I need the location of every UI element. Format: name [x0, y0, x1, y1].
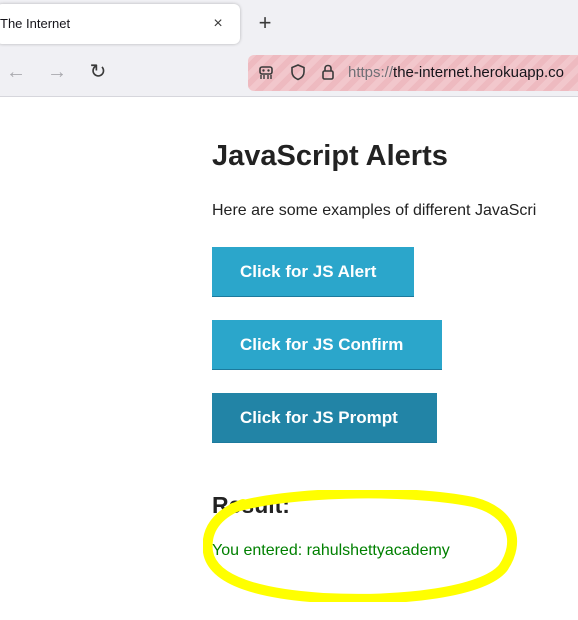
close-tab-icon[interactable]: ×: [208, 14, 228, 34]
reload-icon[interactable]: ↻: [86, 60, 110, 84]
page-description: Here are some examples of different Java…: [212, 202, 537, 219]
tracking-icon[interactable]: [256, 63, 276, 83]
url-protocol: https://: [348, 64, 394, 81]
js-prompt-button[interactable]: Click for JS Prompt: [212, 393, 437, 443]
new-tab-icon[interactable]: +: [253, 12, 277, 36]
page-title: JavaScript Alerts: [212, 140, 448, 172]
tab-title: The Internet: [0, 16, 71, 31]
js-confirm-button[interactable]: Click for JS Confirm: [212, 320, 442, 370]
shield-icon[interactable]: [288, 63, 308, 83]
lock-icon[interactable]: [318, 63, 338, 83]
url-text[interactable]: https://the-internet.herokuapp.co: [348, 64, 564, 81]
result-heading: Result:: [212, 492, 290, 518]
js-alert-button[interactable]: Click for JS Alert: [212, 247, 414, 297]
forward-arrow-icon[interactable]: →: [45, 60, 69, 84]
address-bar[interactable]: https://the-internet.herokuapp.co: [248, 55, 578, 91]
browser-toolbar: The Internet × + ← → ↻ https://the-inter…: [0, 0, 578, 97]
browser-tab[interactable]: The Internet ×: [0, 4, 240, 44]
url-host: the-internet.herokuapp.co: [393, 64, 564, 81]
result-text: You entered: rahulshettyacademy: [212, 542, 450, 559]
back-arrow-icon[interactable]: ←: [4, 60, 28, 84]
